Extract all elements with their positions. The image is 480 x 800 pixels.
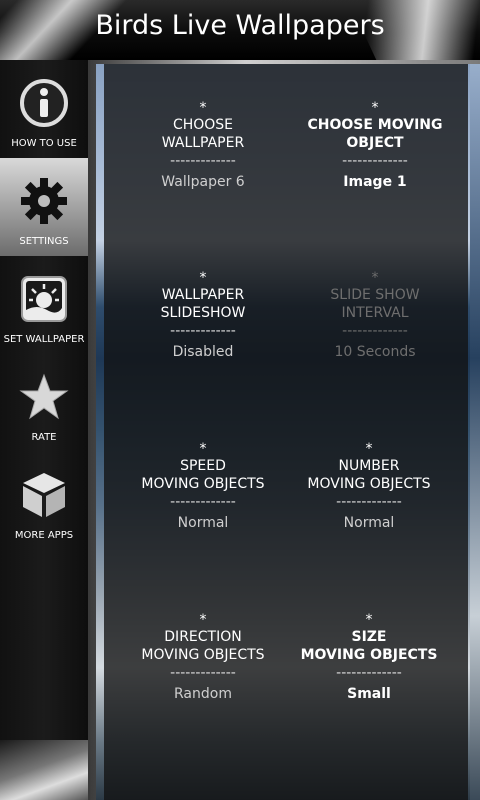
sidebar-item-set-wallpaper[interactable]: SET WALLPAPER	[0, 256, 88, 354]
setting-marker: *	[199, 270, 207, 286]
setting-marker: *	[199, 612, 207, 628]
gear-icon	[21, 178, 67, 224]
wallpaper-preview-edge	[470, 64, 480, 800]
star-icon	[19, 373, 69, 420]
sidebar-item-label: HOW TO USE	[11, 138, 77, 149]
setting-label: NUMBER MOVING OBJECTS	[307, 458, 431, 492]
setting-speed-moving-objects[interactable]: * SPEED MOVING OBJECTS ------------- Nor…	[118, 441, 288, 532]
sidebar-item-label: MORE APPS	[14, 530, 74, 541]
sun-landscape-icon	[21, 276, 67, 322]
setting-direction-moving-objects[interactable]: * DIRECTION MOVING OBJECTS -------------…	[118, 612, 288, 703]
sidebar: HOW TO USE SETTINGS SET WALLPAPER RATE M…	[0, 60, 90, 800]
setting-marker: *	[199, 100, 207, 116]
setting-choose-moving-object[interactable]: * CHOOSE MOVING OBJECT ------------- Ima…	[290, 100, 460, 191]
setting-value: Wallpaper 6	[161, 174, 245, 190]
sidebar-item-more-apps[interactable]: MORE APPS	[0, 452, 88, 550]
setting-divider: -------------	[342, 153, 408, 169]
setting-label: CHOOSE WALLPAPER	[161, 117, 245, 151]
info-icon	[20, 79, 68, 127]
setting-value: Small	[347, 686, 391, 702]
setting-marker: *	[365, 441, 373, 457]
sidebar-item-label: SETTINGS	[19, 236, 69, 247]
setting-wallpaper-slideshow[interactable]: * WALLPAPER SLIDESHOW ------------- Disa…	[118, 270, 288, 361]
sidebar-chrome-decoration	[0, 740, 88, 800]
setting-label: SIZE MOVING OBJECTS	[300, 629, 438, 663]
sidebar-item-label: RATE	[31, 432, 57, 443]
setting-marker: *	[371, 270, 379, 286]
setting-divider: -------------	[170, 665, 236, 681]
app-title: Birds Live Wallpapers	[95, 10, 385, 41]
sidebar-item-settings[interactable]: SETTINGS	[0, 158, 88, 256]
setting-choose-wallpaper[interactable]: * CHOOSE WALLPAPER ------------- Wallpap…	[118, 100, 288, 191]
setting-slide-show-interval: * SLIDE SHOW INTERVAL ------------- 10 S…	[290, 270, 460, 361]
setting-marker: *	[371, 100, 379, 116]
setting-number-moving-objects[interactable]: * NUMBER MOVING OBJECTS ------------- No…	[284, 441, 454, 532]
setting-value: Image 1	[343, 174, 407, 190]
sidebar-item-rate[interactable]: RATE	[0, 354, 88, 452]
setting-value: Random	[174, 686, 232, 702]
setting-marker: *	[199, 441, 207, 457]
setting-divider: -------------	[170, 153, 236, 169]
setting-size-moving-objects[interactable]: * SIZE MOVING OBJECTS ------------- Smal…	[284, 612, 454, 703]
setting-label: CHOOSE MOVING OBJECT	[307, 117, 443, 151]
setting-divider: -------------	[170, 494, 236, 510]
setting-label: SPEED MOVING OBJECTS	[141, 458, 265, 492]
sidebar-item-label: SET WALLPAPER	[3, 334, 85, 345]
cube-icon	[23, 473, 65, 517]
setting-label: DIRECTION MOVING OBJECTS	[141, 629, 265, 663]
setting-value: Normal	[343, 515, 395, 531]
setting-value: 10 Seconds	[334, 344, 416, 360]
setting-label: WALLPAPER SLIDESHOW	[160, 287, 246, 321]
setting-divider: -------------	[170, 323, 236, 339]
setting-value: Disabled	[172, 344, 234, 360]
setting-divider: -------------	[342, 323, 408, 339]
setting-value: Normal	[177, 515, 229, 531]
setting-label: SLIDE SHOW INTERVAL	[330, 287, 420, 321]
setting-marker: *	[365, 612, 373, 628]
sidebar-item-how-to-use[interactable]: HOW TO USE	[0, 60, 88, 158]
setting-divider: -------------	[336, 665, 402, 681]
setting-divider: -------------	[336, 494, 402, 510]
app-header: Birds Live Wallpapers	[0, 0, 480, 60]
